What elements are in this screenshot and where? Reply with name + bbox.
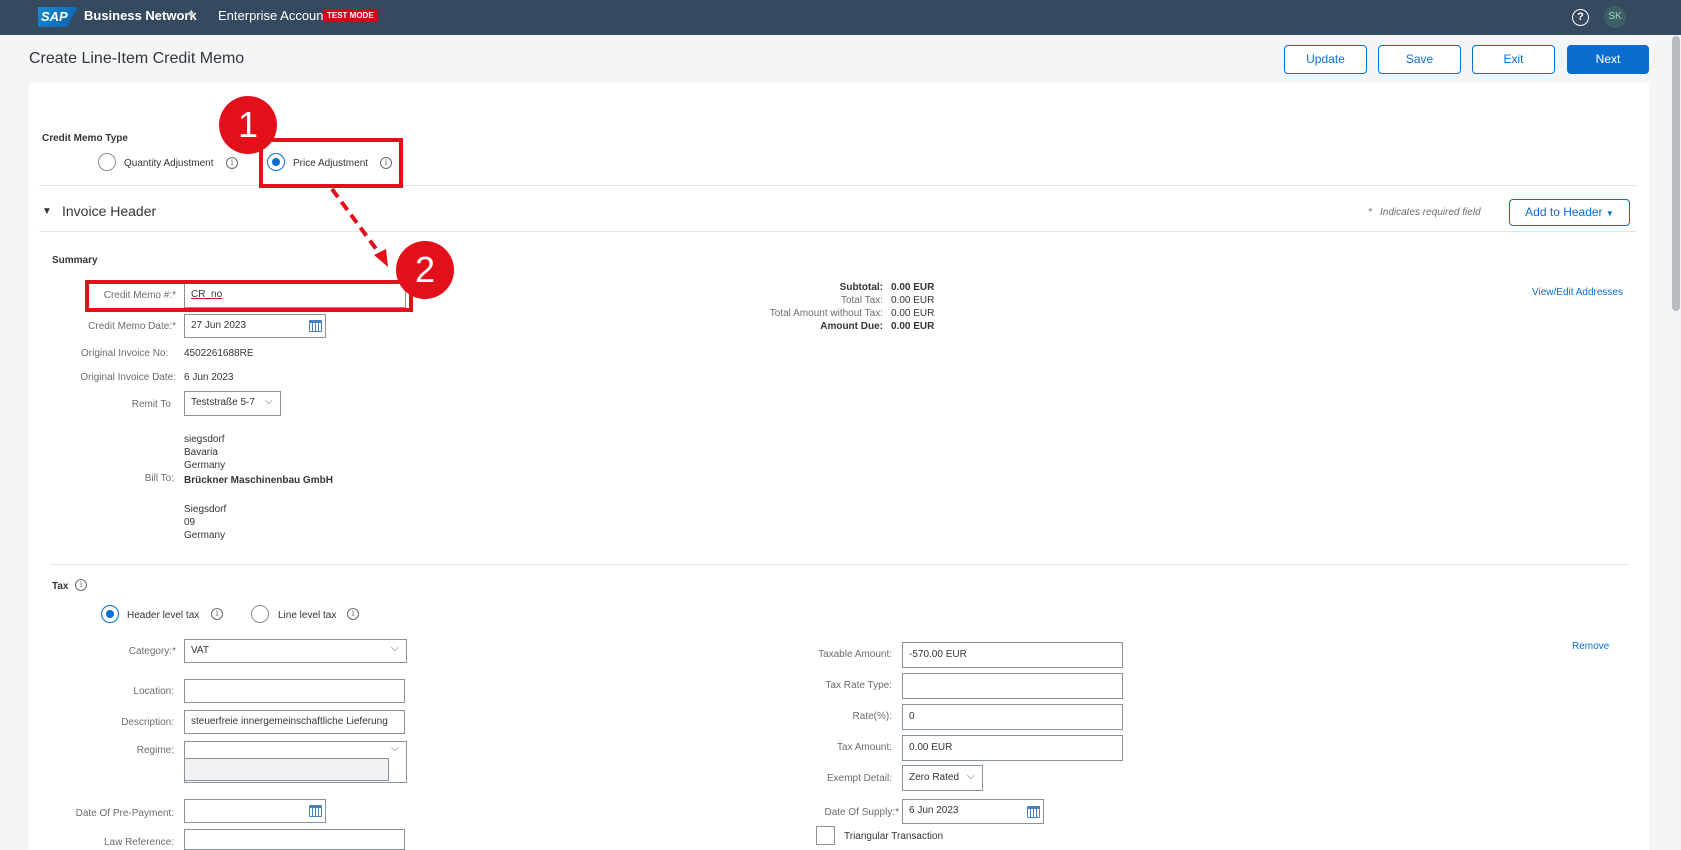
law-reference-label: Law Reference: <box>103 837 174 848</box>
info-icon[interactable]: i <box>75 579 87 591</box>
shell-bar: SAP Business Network ▼ Enterprise Accoun… <box>0 0 1681 35</box>
bill-to-label: Bill To: <box>144 473 174 484</box>
collapse-triangle-icon[interactable]: ▼ <box>42 206 52 217</box>
annotation-step-2: 2 <box>396 241 454 299</box>
remit-to-label: Remit To <box>131 399 171 410</box>
remit-address-line: siegsdorf <box>184 434 225 445</box>
triangular-transaction-label[interactable]: Triangular Transaction <box>844 831 943 842</box>
info-icon[interactable]: i <box>226 157 238 169</box>
description-label: Description: <box>121 717 174 728</box>
annotation-highlight-credit-memo-no <box>85 280 413 312</box>
annotation-step-1: 1 <box>219 96 277 154</box>
remove-link[interactable]: Remove <box>1572 641 1609 652</box>
category-select[interactable]: VAT <box>184 639 407 663</box>
tax-title: Tax <box>52 581 69 592</box>
original-invoice-no-value: 4502261688RE <box>184 348 254 359</box>
location-input[interactable] <box>184 679 405 703</box>
taxable-amount-label: Taxable Amount: <box>818 649 892 660</box>
credit-memo-date-input[interactable]: 27 Jun 2023 <box>184 314 326 338</box>
law-reference-input[interactable] <box>184 829 405 850</box>
amount-due-value: 0.00 EUR <box>891 321 935 332</box>
credit-memo-type-label: Credit Memo Type <box>42 133 128 144</box>
avatar[interactable]: SK <box>1604 6 1626 28</box>
header-level-tax-radio[interactable] <box>101 605 119 623</box>
chevron-down-icon[interactable]: ▼ <box>186 10 196 21</box>
subtotal-value: 0.00 EUR <box>891 282 935 293</box>
line-level-tax-label[interactable]: Line level tax <box>278 610 336 621</box>
total-without-tax-value: 0.00 EUR <box>891 308 935 319</box>
remit-address-line: Bavaria <box>184 447 218 458</box>
sap-logo[interactable]: SAP <box>38 7 78 27</box>
subtotal-label: Subtotal: <box>839 282 883 293</box>
info-icon[interactable]: i <box>347 608 359 620</box>
bill-to-address-line: 09 <box>184 517 196 528</box>
exempt-detail-label: Exempt Detail: <box>826 773 892 784</box>
triangular-transaction-checkbox[interactable] <box>816 826 835 845</box>
taxable-amount-input[interactable]: -570.00 EUR <box>902 642 1123 668</box>
add-to-header-button[interactable]: Add to Header ▼ <box>1509 199 1630 226</box>
tax-rate-type-input[interactable] <box>902 673 1123 699</box>
save-button[interactable]: Save <box>1378 45 1461 74</box>
exit-button[interactable]: Exit <box>1472 45 1555 74</box>
bill-to-address-line: Siegsdorf <box>184 504 227 515</box>
view-edit-addresses-link[interactable]: View/Edit Addresses <box>1532 287 1623 298</box>
app-name[interactable]: Business Network <box>84 8 197 23</box>
invoice-header-title: Invoice Header <box>62 203 157 219</box>
date-of-prepayment-label: Date Of Pre-Payment: <box>75 808 174 819</box>
bill-to-name: Brückner Maschinenbau GmbH <box>184 475 333 486</box>
original-invoice-date-value: 6 Jun 2023 <box>184 372 234 383</box>
divider <box>50 564 1628 565</box>
regime-inner-field[interactable] <box>184 758 389 781</box>
date-of-prepayment-input[interactable] <box>184 799 326 823</box>
summary-title: Summary <box>52 255 98 266</box>
date-of-supply-label: Date Of Supply:* <box>824 807 900 818</box>
chevron-down-icon: ⌵ <box>391 643 399 654</box>
date-of-supply-input[interactable]: 6 Jun 2023 <box>902 799 1044 824</box>
info-icon[interactable]: i <box>211 608 223 620</box>
next-button[interactable]: Next <box>1567 45 1649 74</box>
required-note: Indicates required field <box>1380 207 1481 218</box>
regime-label: Regime: <box>136 745 174 756</box>
update-button[interactable]: Update <box>1284 45 1367 74</box>
calendar-icon[interactable] <box>309 320 322 332</box>
rate-input[interactable]: 0 <box>902 704 1123 730</box>
rate-label: Rate(%): <box>852 711 892 722</box>
category-label: Category:* <box>128 646 176 657</box>
help-icon[interactable]: ? <box>1572 9 1589 26</box>
location-label: Location: <box>133 686 174 697</box>
header-level-tax-label[interactable]: Header level tax <box>127 610 199 621</box>
total-without-tax-label: Total Amount without Tax: <box>769 308 883 319</box>
page-title: Create Line-Item Credit Memo <box>29 50 245 67</box>
add-to-header-label: Add to Header <box>1525 205 1603 219</box>
content-card <box>29 83 1649 850</box>
annotation-highlight-price-adjustment <box>259 138 403 188</box>
total-tax-label: Total Tax: <box>840 295 883 306</box>
account-label: Enterprise Account <box>218 8 328 23</box>
calendar-icon[interactable] <box>1027 806 1040 818</box>
required-asterisk: * <box>1368 207 1372 218</box>
chevron-down-icon: ⌵ <box>391 743 399 754</box>
calendar-icon[interactable] <box>309 805 322 817</box>
total-tax-value: 0.00 EUR <box>891 295 935 306</box>
divider <box>39 231 1637 232</box>
tax-amount-input[interactable]: 0.00 EUR <box>902 735 1123 761</box>
annotation-arrow <box>330 187 388 267</box>
quantity-adjustment-radio[interactable] <box>98 153 116 171</box>
tax-amount-label: Tax Amount: <box>836 742 892 753</box>
line-level-tax-radio[interactable] <box>251 605 269 623</box>
credit-memo-date-label: Credit Memo Date:* <box>88 321 176 332</box>
description-input[interactable]: steuerfreie innergemeinschaftliche Liefe… <box>184 710 405 734</box>
scrollbar-thumb[interactable] <box>1672 36 1680 311</box>
caret-down-icon: ▼ <box>1605 209 1614 218</box>
quantity-adjustment-label[interactable]: Quantity Adjustment <box>124 158 214 169</box>
remit-address-line: Germany <box>184 460 226 471</box>
test-mode-badge: TEST MODE <box>323 9 378 22</box>
tax-rate-type-label: Tax Rate Type: <box>825 680 892 691</box>
original-invoice-date-label: Original Invoice Date: <box>80 372 176 383</box>
chevron-down-icon: ⌵ <box>967 771 975 782</box>
chevron-down-icon: ⌵ <box>265 396 273 407</box>
amount-due-label: Amount Due: <box>820 321 883 332</box>
bill-to-address-line: Germany <box>184 530 226 541</box>
